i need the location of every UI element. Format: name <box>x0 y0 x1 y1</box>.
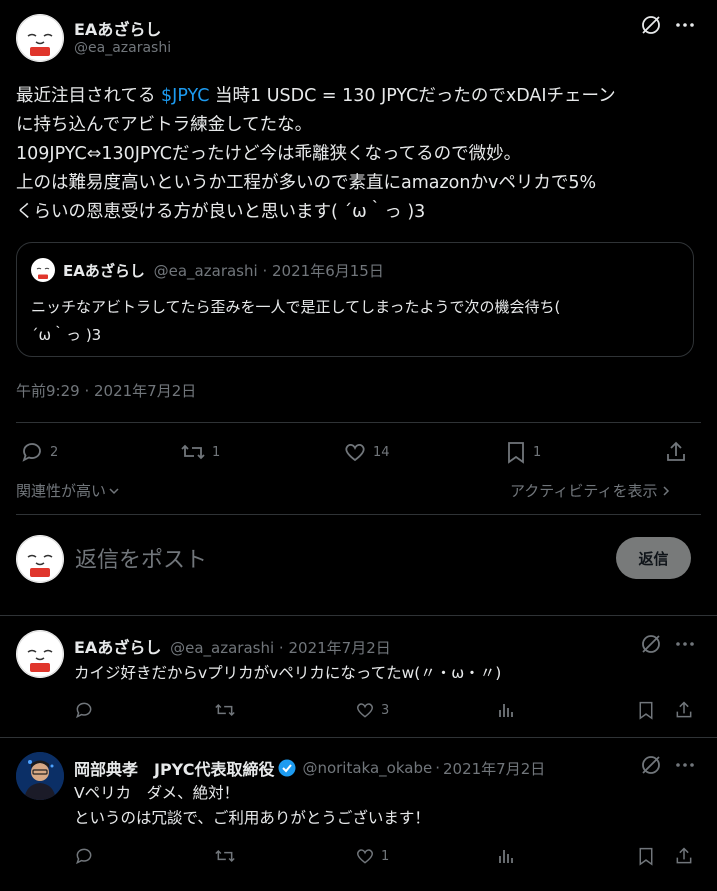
reply-date[interactable]: 2021年7月2日 <box>443 758 545 779</box>
reply-text: カイジ好きだからvプリカがvペリカになってたw(〃・ω・〃) <box>74 664 502 682</box>
bookmark-button[interactable]: 1 <box>505 440 541 464</box>
like-count: 1 <box>381 848 390 864</box>
reply-avatar[interactable] <box>16 630 64 678</box>
chevron-down-icon <box>108 485 120 497</box>
quoted-date: 2021年6月15日 <box>272 262 384 280</box>
avatar[interactable] <box>16 14 64 62</box>
tweet-body: 最近注目されてる $JPYC 当時1 USDC = 130 JPYCだったのでx… <box>16 82 616 227</box>
like-button[interactable]: 1 <box>355 846 389 866</box>
quoted-body: ニッチなアビトラしてたら歪みを一人で是正してしまったようで次の機会待ち( ´ω｀… <box>31 293 560 349</box>
bookmark-count: 1 <box>533 444 542 460</box>
chevron-right-icon <box>661 485 671 497</box>
retweet-button[interactable]: 1 <box>180 440 220 464</box>
quoted-avatar <box>31 258 55 282</box>
grok-icon[interactable] <box>640 633 662 655</box>
more-icon[interactable] <box>674 14 696 36</box>
retweet-icon <box>214 846 236 866</box>
quoted-header: EAあざらし @ea_azarashi · 2021年6月15日 <box>63 260 384 281</box>
view-activity-link[interactable]: アクティビティを表示 <box>510 480 671 501</box>
retweet-icon <box>180 440 206 464</box>
composer-avatar[interactable] <box>16 535 64 583</box>
share-icon[interactable] <box>674 846 694 866</box>
like-button[interactable]: 14 <box>343 440 390 464</box>
retweet-button[interactable] <box>214 700 242 720</box>
tweet-line: 109JPYC⇔130JPYCだったけど今は乖離狭くなってるので微妙。 <box>16 144 522 164</box>
reply-line: というのは冗談で、ご利用ありがとうございます！ <box>74 809 430 827</box>
reply-submit-button[interactable]: 返信 <box>616 537 691 579</box>
tweet-line: 最近注目されてる $JPYC 当時1 USDC = 130 JPYCだったのでx… <box>16 82 616 111</box>
like-icon <box>355 846 375 866</box>
reply-date[interactable]: 2021年7月2日 <box>288 639 390 657</box>
tweet-line: に持ち込んでアビトラ練金してたな。 <box>16 115 313 135</box>
separator-dot: · <box>262 262 268 280</box>
separator-dot: · <box>435 759 440 777</box>
bookmark-icon[interactable] <box>637 846 655 866</box>
like-icon <box>355 700 375 720</box>
tweet-text: 当時1 USDC = 130 JPYCだったのでxDAIチェーン <box>209 86 616 106</box>
author-name[interactable]: EAあざらし <box>74 16 161 40</box>
divider <box>0 737 717 738</box>
tweet-timestamp[interactable]: 午前9:29 · 2021年7月2日 <box>16 380 196 401</box>
activity-label: アクティビティを表示 <box>510 482 658 500</box>
divider <box>16 422 701 423</box>
reply-author-handle[interactable]: @noritaka_okabe <box>302 759 432 777</box>
reply-button[interactable]: 2 <box>20 440 58 464</box>
quoted-author-handle: @ea_azarashi <box>153 262 258 280</box>
like-count: 3 <box>381 702 390 718</box>
more-icon[interactable] <box>674 754 696 776</box>
tweet-line: 上のは難易度高いというか工程が多いので素直にamazonかvペリカで5% <box>16 173 597 193</box>
retweet-button[interactable] <box>214 846 242 866</box>
share-icon[interactable] <box>664 440 688 464</box>
verified-icon <box>278 759 296 777</box>
retweet-icon <box>214 700 236 720</box>
reply-header: 岡部典孝 JPYC代表取締役 @noritaka_okabe · 2021年7月… <box>74 756 545 780</box>
reply-button[interactable] <box>74 700 100 720</box>
quoted-author-name: EAあざらし <box>63 262 145 280</box>
like-icon <box>343 440 367 464</box>
grok-icon[interactable] <box>640 14 662 36</box>
reply-button[interactable] <box>74 846 100 866</box>
reply-icon <box>74 846 94 866</box>
views-icon[interactable] <box>496 846 516 866</box>
reply-author-name[interactable]: EAあざらし <box>74 638 161 657</box>
reply-count: 2 <box>50 444 59 460</box>
reply-input[interactable]: 返信をポスト <box>75 542 595 574</box>
quoted-line: ´ω｀っ )3 <box>31 326 102 344</box>
tweet-line: くらいの恩恵受ける方が良いと思います( ´ω｀っ )3 <box>16 202 426 222</box>
bookmark-icon[interactable] <box>637 700 655 720</box>
sort-dropdown[interactable]: 関連性が高い <box>16 480 120 501</box>
reply-text: Vペリカ ダメ、絶対！ というのは冗談で、ご利用ありがとうございます！ <box>74 781 430 831</box>
reply-author-name[interactable]: 岡部典孝 JPYC代表取締役 <box>74 756 274 780</box>
like-count: 14 <box>373 444 390 460</box>
cashtag-link[interactable]: $JPYC <box>161 86 209 106</box>
reply-author-handle[interactable]: @ea_azarashi <box>170 639 274 657</box>
more-icon[interactable] <box>674 633 696 655</box>
bookmark-icon <box>505 440 527 464</box>
tweet-text: 最近注目されてる <box>16 86 162 106</box>
author-handle[interactable]: @ea_azarashi <box>74 40 171 56</box>
quoted-line: ニッチなアビトラしてたら歪みを一人で是正してしまったようで次の機会待ち( <box>31 298 561 316</box>
reply-header: EAあざらし @ea_azarashi · 2021年7月2日 <box>74 634 391 658</box>
reply-icon <box>20 440 44 464</box>
divider <box>16 514 701 515</box>
reply-icon <box>74 700 94 720</box>
quoted-tweet[interactable]: EAあざらし @ea_azarashi · 2021年6月15日 ニッチなアビト… <box>16 242 694 357</box>
share-icon[interactable] <box>674 700 694 720</box>
views-icon[interactable] <box>496 700 516 720</box>
sort-label: 関連性が高い <box>16 482 107 500</box>
like-button[interactable]: 3 <box>355 700 389 720</box>
divider <box>0 615 717 616</box>
grok-icon[interactable] <box>640 754 662 776</box>
reply-line: Vペリカ ダメ、絶対！ <box>74 784 240 802</box>
retweet-count: 1 <box>212 444 221 460</box>
separator-dot: · <box>278 639 284 657</box>
reply-avatar[interactable] <box>16 752 64 800</box>
